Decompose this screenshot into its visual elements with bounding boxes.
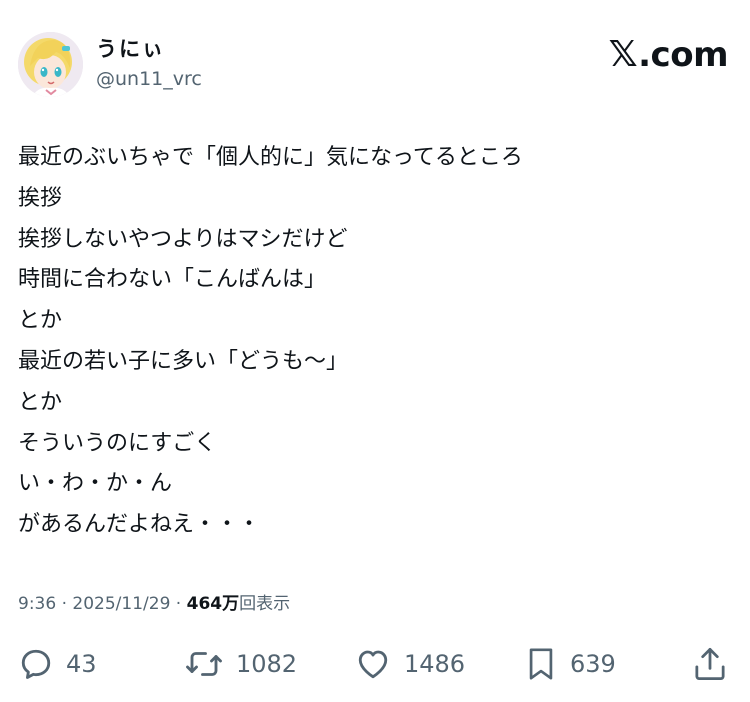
- tweet-date[interactable]: 2025/11/29: [72, 594, 170, 614]
- retweet-button[interactable]: 1082: [184, 640, 297, 688]
- views-count: 464万: [186, 594, 240, 614]
- tweet-line: 挨拶しないやつよりはマシだけど: [18, 226, 348, 252]
- tweet-line: とか: [18, 389, 63, 415]
- meta-separator: ·: [56, 594, 73, 614]
- avatar[interactable]: [18, 32, 83, 97]
- like-count: 1486: [404, 650, 466, 678]
- reply-button[interactable]: 43: [18, 640, 97, 688]
- like-button[interactable]: 1486: [354, 640, 465, 688]
- views-label: 回表示: [239, 594, 291, 614]
- share-button[interactable]: [692, 640, 728, 688]
- meta-separator: ·: [170, 594, 187, 614]
- tweet-line: 挨拶: [18, 185, 63, 211]
- retweet-count: 1082: [236, 650, 298, 678]
- reply-count: 43: [66, 650, 97, 678]
- x-brand-logo: 𝕏 .com: [608, 34, 729, 75]
- tweet-text: 最近のぶいちゃで「個人的に」気になってるところ 挨拶 挨拶しないやつよりはマシだ…: [18, 138, 730, 546]
- tweet-header: うにぃ @un11_vrc 𝕏 .com: [18, 30, 730, 100]
- tweet-line: 最近のぶいちゃで「個人的に」気になってるところ: [18, 145, 523, 170]
- share-icon: [695, 647, 725, 681]
- display-name[interactable]: うにぃ: [96, 36, 202, 62]
- bookmark-icon: [529, 648, 553, 680]
- anime-avatar-icon: [18, 32, 83, 97]
- bookmark-count: 639: [570, 650, 616, 678]
- bookmark-button[interactable]: 639: [524, 640, 616, 688]
- tweet-time[interactable]: 9:36: [18, 594, 56, 614]
- retweet-icon: [186, 652, 222, 676]
- tweet-line: とか: [18, 308, 63, 334]
- tweet-line: 時間に合わない「こんばんは」: [18, 267, 327, 293]
- tweet-line: 最近の若い子に多い「どうも〜」: [18, 348, 349, 374]
- x-logo-icon: 𝕏: [608, 34, 638, 75]
- user-handle[interactable]: @un11_vrc: [96, 66, 202, 92]
- tweet-meta: 9:36 · 2025/11/29 · 464万回表示: [18, 592, 290, 616]
- reply-icon: [21, 649, 51, 679]
- user-block: うにぃ @un11_vrc: [96, 36, 202, 92]
- tweet-line: があるんだよねえ・・・: [18, 512, 261, 538]
- brand-domain: .com: [638, 34, 728, 75]
- heart-icon: [358, 650, 388, 679]
- action-bar: 43 1082 1486 639: [18, 640, 730, 688]
- tweet-line: い・わ・か・ん: [18, 471, 173, 497]
- tweet-line: そういうのにすごく: [18, 430, 217, 456]
